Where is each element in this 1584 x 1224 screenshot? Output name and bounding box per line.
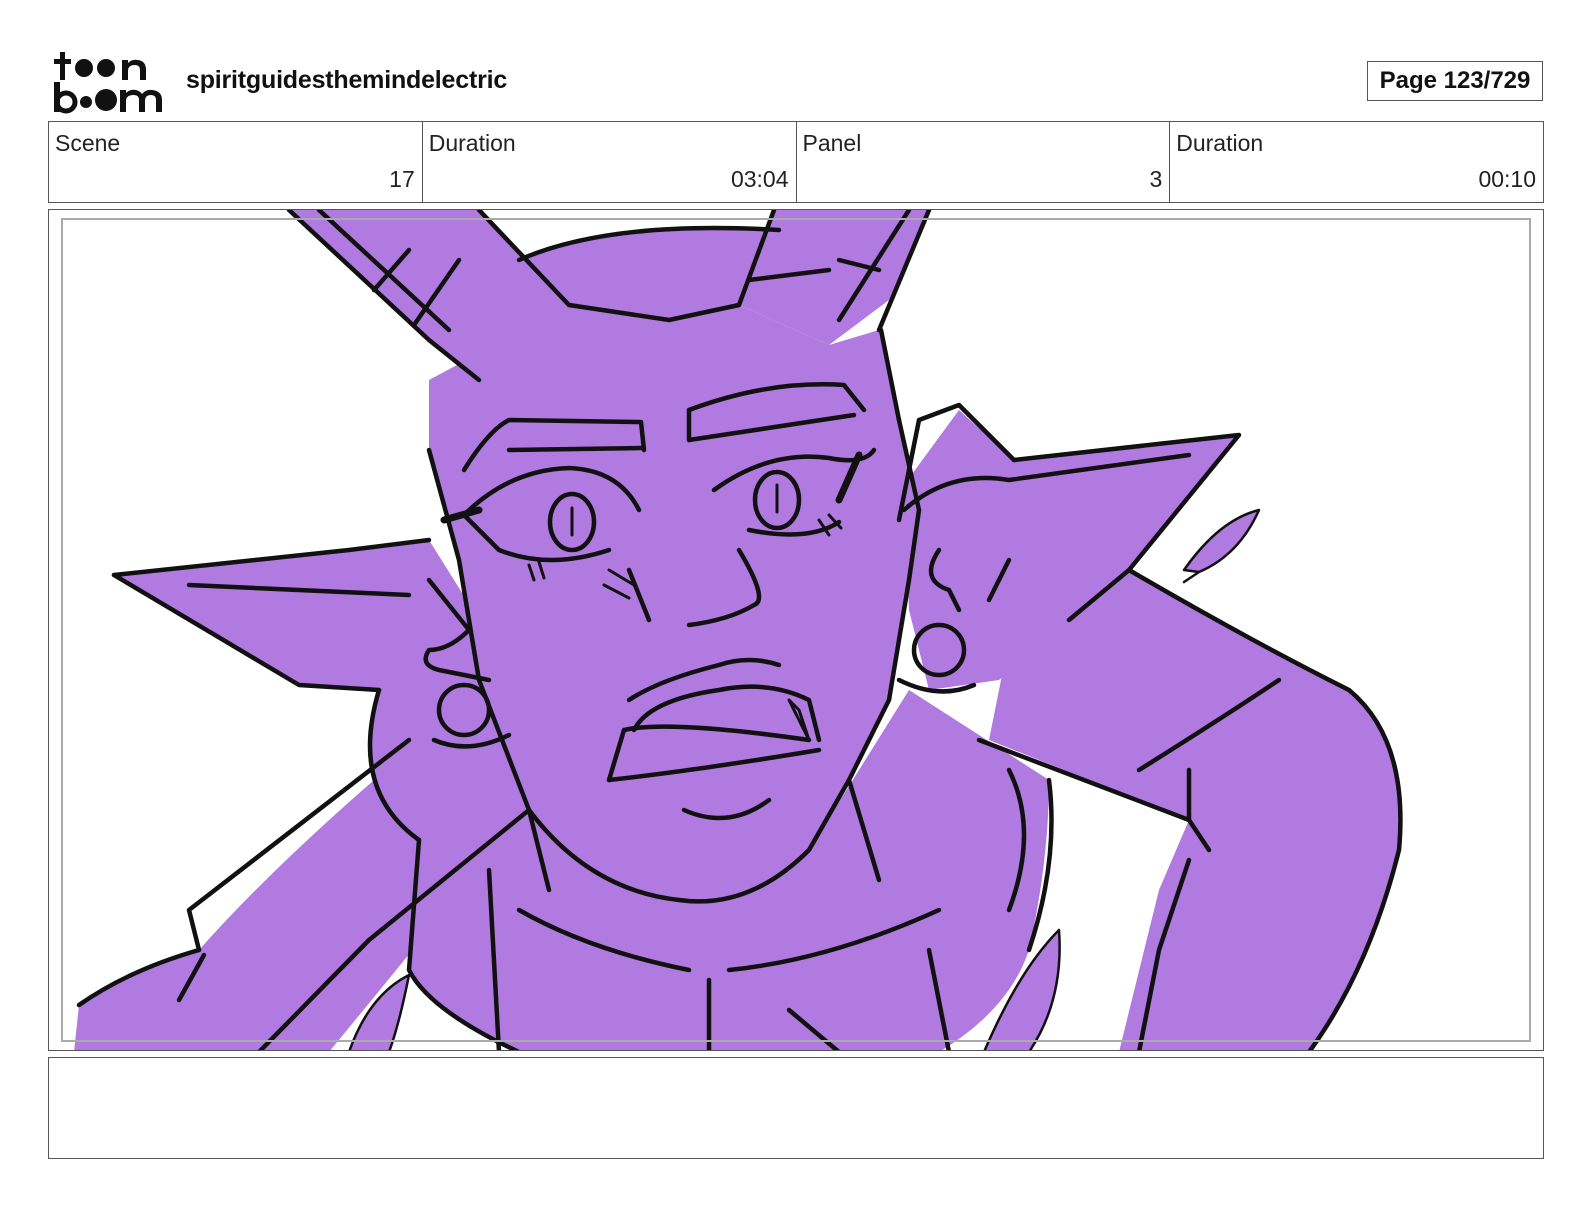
toon-boom-logo-icon bbox=[54, 52, 162, 114]
character-drawing bbox=[74, 210, 1403, 1050]
scene-duration-value: 03:04 bbox=[730, 166, 789, 192]
scene-duration-cell: Duration 03:04 bbox=[423, 122, 797, 202]
page-indicator: Page 123/729 bbox=[1367, 61, 1543, 101]
scene-label: Scene bbox=[55, 130, 121, 156]
panel-cell: Panel 3 bbox=[797, 122, 1171, 202]
scene-cell: Scene 17 bbox=[49, 122, 423, 202]
scene-value: 17 bbox=[389, 166, 415, 192]
panel-duration-cell: Duration 00:10 bbox=[1170, 122, 1543, 202]
caption-box bbox=[48, 1057, 1544, 1159]
scene-duration-label: Duration bbox=[428, 130, 516, 156]
panel-duration-label: Duration bbox=[1176, 130, 1264, 156]
toon-boom-logo bbox=[52, 50, 164, 114]
storyboard-panel bbox=[48, 209, 1544, 1051]
storyboard-info-table: Scene 17 Duration 03:04 Panel 3 Duration… bbox=[48, 121, 1544, 203]
panel-label: Panel bbox=[802, 130, 862, 156]
project-title: spiritguidesthemindelectric bbox=[186, 66, 508, 94]
panel-value: 3 bbox=[1149, 166, 1163, 192]
panel-duration-value: 00:10 bbox=[1478, 166, 1536, 192]
